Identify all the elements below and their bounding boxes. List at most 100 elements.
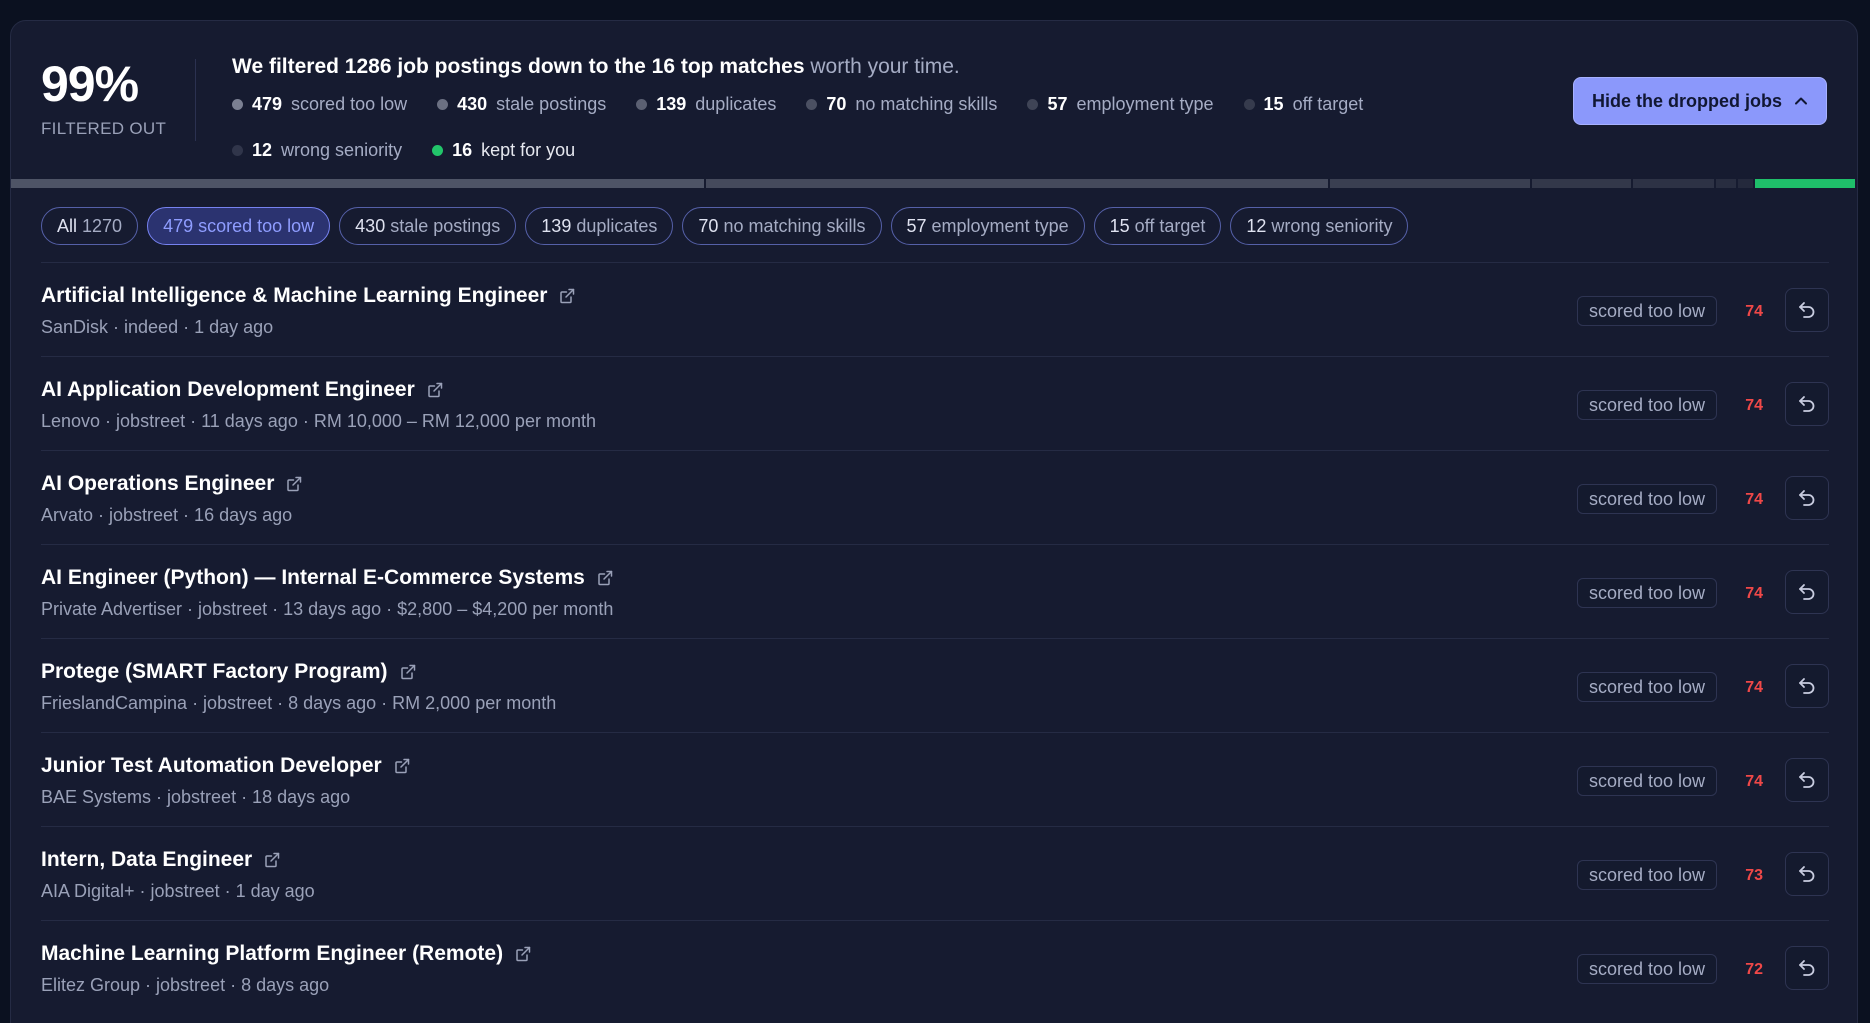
job-title[interactable]: Protege (SMART Factory Program): [41, 660, 388, 684]
headline-soft: worth your time.: [810, 55, 960, 78]
stat-dot: [806, 98, 818, 110]
stat-count: 15: [1263, 93, 1284, 114]
job-meta: Lenovo · jobstreet · 11 days ago · RM 10…: [41, 411, 596, 431]
stat-item: 16 kept for you: [432, 139, 575, 161]
restore-job-button[interactable]: [1785, 382, 1829, 426]
external-link-icon[interactable]: [559, 288, 575, 304]
job-meta: BAE Systems · jobstreet · 18 days ago: [41, 787, 351, 807]
undo-icon: [1799, 960, 1815, 976]
chip-count: 70: [698, 215, 719, 236]
restore-job-button[interactable]: [1785, 946, 1829, 990]
filter-chip[interactable]: 12 wrong seniority: [1230, 207, 1409, 245]
stat-label: no matching skills: [855, 93, 998, 114]
chip-label: stale postings: [390, 215, 501, 236]
restore-job-button[interactable]: [1785, 476, 1829, 520]
restore-job-button[interactable]: [1785, 852, 1829, 896]
stat-item: 70 no matching skills: [806, 93, 997, 115]
filter-chip[interactable]: 70 no matching skills: [682, 207, 882, 245]
stat-dot: [1027, 98, 1039, 110]
hide-dropped-jobs-label: Hide the dropped jobs: [1591, 90, 1782, 111]
chip-label: off target: [1134, 215, 1206, 236]
job-title-line: Machine Learning Platform Engineer (Remo…: [41, 942, 531, 966]
stat-dot: [232, 144, 243, 156]
hide-dropped-jobs-button[interactable]: Hide the dropped jobs: [1572, 77, 1827, 125]
filtered-percentage: 99%: [41, 56, 139, 112]
filter-summary-card: 99% FILTERED OUT We filtered 1286 job po…: [10, 20, 1858, 1023]
restore-job-button[interactable]: [1785, 570, 1829, 614]
external-link-icon[interactable]: [597, 570, 613, 586]
external-link-icon[interactable]: [427, 382, 443, 398]
stat-dot: [432, 144, 444, 156]
chip-count: 15: [1109, 215, 1130, 236]
restore-job-button[interactable]: [1785, 288, 1829, 332]
job-title[interactable]: AI Engineer (Python) — Internal E-Commer…: [41, 566, 585, 590]
stat-label: scored too low: [291, 93, 408, 114]
stat-label: kept for you: [481, 139, 576, 160]
stat-item: 430 stale postings: [437, 93, 606, 115]
progress-segment: [1330, 179, 1532, 188]
stat-label: off target: [1292, 93, 1364, 114]
drop-reason-badge: scored too low: [1576, 484, 1717, 514]
headline-strong: We filtered 1286 job postings down to th…: [232, 55, 805, 78]
stat-count: 12: [252, 139, 273, 160]
external-link-icon[interactable]: [394, 758, 410, 774]
job-meta: Arvato · jobstreet · 16 days ago: [41, 505, 293, 525]
chip-label: duplicates: [576, 215, 658, 236]
filter-chip[interactable]: 479 scored too low: [147, 207, 331, 245]
job-title[interactable]: Junior Test Automation Developer: [41, 754, 382, 778]
job-title[interactable]: AI Application Development Engineer: [41, 378, 415, 402]
undo-icon: [1799, 396, 1815, 412]
progress-segment: [1531, 179, 1634, 188]
job-meta: Elitez Group · jobstreet · 8 days ago: [41, 975, 330, 995]
stat-item: 57 employment type: [1027, 93, 1214, 115]
stat-item: 479 scored too low: [232, 93, 407, 115]
job-row: AI Engineer (Python) — Internal E-Commer…: [41, 544, 1829, 638]
stat-label: stale postings: [496, 93, 607, 114]
job-row: Machine Learning Platform Engineer (Remo…: [41, 920, 1829, 1014]
stat-count: 430: [457, 93, 488, 114]
filter-chip[interactable]: 15 off target: [1093, 207, 1222, 245]
job-meta: SanDisk · indeed · 1 day ago: [41, 317, 274, 337]
job-title-line: Artificial Intelligence & Machine Learni…: [41, 284, 575, 308]
filter-chip[interactable]: 57 employment type: [890, 207, 1085, 245]
job-score: 74: [1745, 303, 1763, 320]
job-title[interactable]: Artificial Intelligence & Machine Learni…: [41, 284, 547, 308]
job-meta: AIA Digital+ · jobstreet · 1 day ago: [41, 881, 315, 901]
progress-segment: [1755, 179, 1857, 188]
external-link-icon[interactable]: [264, 852, 280, 868]
progress-segment: [11, 179, 707, 188]
job-row: Artificial Intelligence & Machine Learni…: [41, 262, 1829, 356]
restore-job-button[interactable]: [1785, 758, 1829, 802]
job-title-line: AI Application Development Engineer: [41, 378, 443, 402]
job-title[interactable]: Machine Learning Platform Engineer (Remo…: [41, 942, 503, 966]
job-title[interactable]: Intern, Data Engineer: [41, 848, 252, 872]
external-link-icon[interactable]: [515, 946, 531, 962]
chip-count: 430: [355, 215, 386, 236]
chip-count: 57: [906, 215, 927, 236]
external-link-icon[interactable]: [286, 476, 302, 492]
chip-label: scored too low: [198, 215, 315, 236]
job-row: Junior Test Automation Developer BAE Syst…: [41, 732, 1829, 826]
chip-label: wrong seniority: [1271, 215, 1393, 236]
chip-count: 12: [1246, 215, 1267, 236]
job-title[interactable]: AI Operations Engineer: [41, 472, 274, 496]
job-row: AI Operations Engineer Arvato · jobstreet…: [41, 450, 1829, 544]
job-score: 74: [1745, 773, 1763, 790]
job-meta: FrieslandCampina · jobstreet · 8 days ag…: [41, 693, 557, 713]
drop-reason-badge: scored too low: [1576, 390, 1717, 420]
filter-chips: All 1270 479 scored too low 430 stale posting…: [41, 207, 1409, 245]
job-title-line: AI Engineer (Python) — Internal E-Commer…: [41, 566, 613, 590]
filter-chip[interactable]: 430 stale postings: [339, 207, 517, 245]
chip-count: 139: [541, 215, 572, 236]
stat-count: 70: [826, 93, 847, 114]
external-link-icon[interactable]: [400, 664, 416, 680]
restore-job-button[interactable]: [1785, 664, 1829, 708]
job-score: 73: [1745, 867, 1763, 884]
chevron-up-icon: [1795, 97, 1807, 105]
stat-label: wrong seniority: [281, 139, 403, 160]
filter-chip[interactable]: All 1270: [41, 207, 139, 245]
chip-label: no matching skills: [723, 215, 866, 236]
stats-legend: 479 scored too low 430 stale postings 139 dup…: [232, 93, 1412, 161]
filter-chip[interactable]: 139 duplicates: [525, 207, 674, 245]
stat-dot: [437, 98, 449, 110]
